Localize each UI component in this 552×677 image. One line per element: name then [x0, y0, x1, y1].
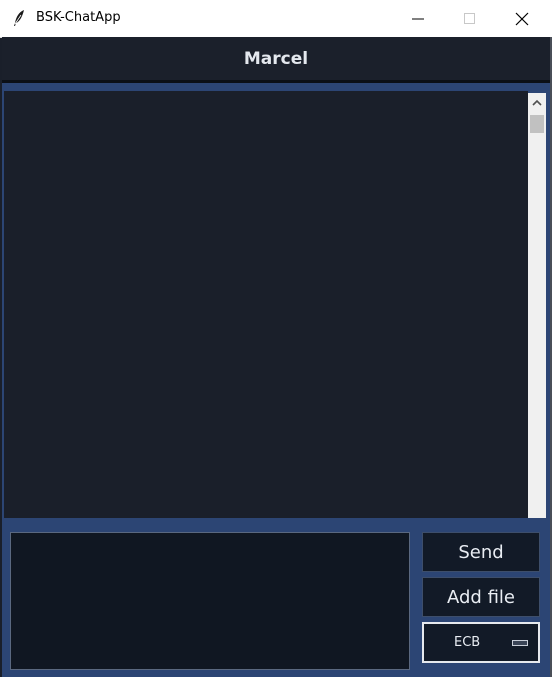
add-file-button[interactable]: Add file: [422, 577, 540, 617]
maximize-button[interactable]: [444, 0, 496, 37]
app-window: BSK-ChatApp Marcel Send Add file ECB: [0, 0, 552, 677]
title-bar[interactable]: BSK-ChatApp: [0, 0, 552, 38]
minimize-button[interactable]: [392, 0, 444, 37]
maximize-icon: [464, 12, 475, 24]
minimize-icon: [412, 18, 424, 19]
message-log[interactable]: [4, 91, 528, 518]
scroll-up-button[interactable]: [528, 93, 546, 113]
chevron-up-icon: [532, 99, 542, 106]
feather-icon: [14, 10, 24, 26]
option-menu-indicator-icon: [512, 640, 528, 646]
cipher-mode-select[interactable]: ECB: [422, 622, 540, 663]
cipher-mode-value: ECB: [454, 635, 481, 650]
chat-header: Marcel: [2, 37, 550, 83]
window-title: BSK-ChatApp: [36, 10, 121, 25]
message-log-scrollbar[interactable]: [528, 93, 546, 518]
scroll-thumb[interactable]: [530, 115, 544, 133]
close-icon: [515, 12, 529, 25]
send-button[interactable]: Send: [422, 532, 540, 572]
contact-name: Marcel: [243, 48, 309, 69]
message-input[interactable]: [10, 532, 410, 670]
close-button[interactable]: [496, 0, 548, 37]
